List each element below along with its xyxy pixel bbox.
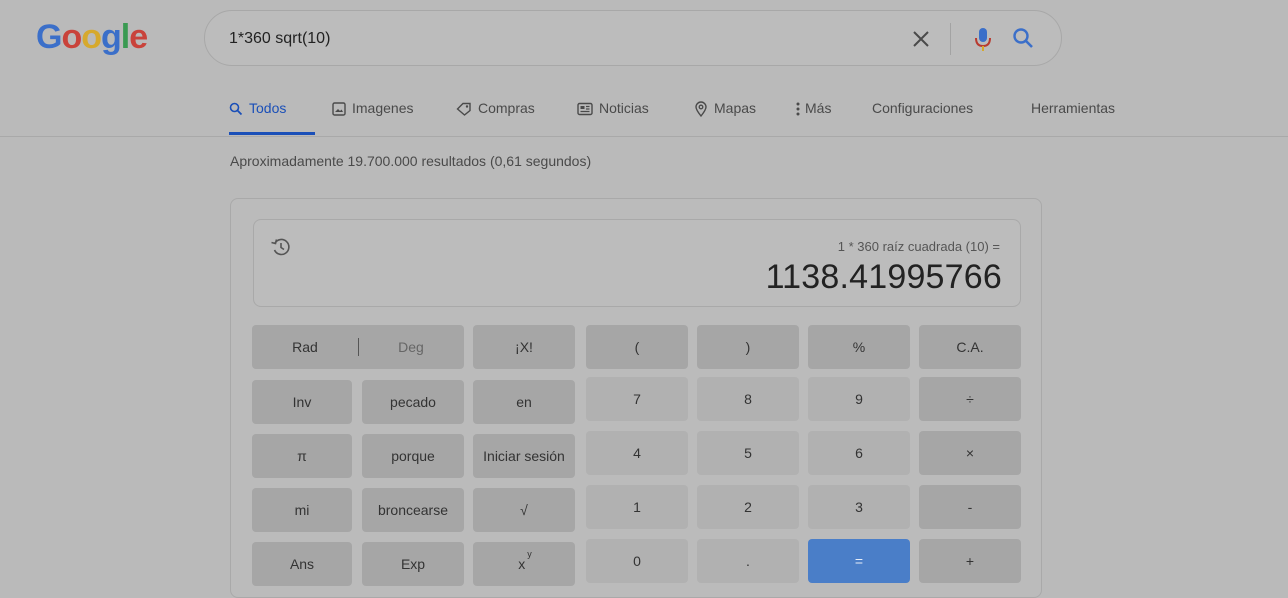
digit-0-key[interactable]: 0 — [586, 539, 688, 583]
tools-label: Herramientas — [1031, 100, 1116, 116]
tab-label: Mapas — [714, 100, 757, 116]
logo-letter: e — [129, 18, 148, 56]
logo-letter: g — [101, 18, 122, 56]
tab-mapas[interactable]: Mapas — [694, 94, 756, 134]
equals-key[interactable]: = — [808, 539, 910, 583]
map-pin-icon — [695, 101, 707, 117]
log-key[interactable]: Iniciar sesión — [473, 434, 575, 478]
tan-key[interactable]: broncearse — [362, 488, 464, 532]
settings-link[interactable]: Configuraciones — [872, 94, 973, 134]
open-paren-key[interactable]: ( — [586, 325, 688, 369]
settings-label: Configuraciones — [872, 100, 974, 116]
clear-button[interactable] — [907, 25, 935, 53]
cos-key[interactable]: porque — [362, 434, 464, 478]
angle-mode-toggle: Rad Deg — [252, 325, 464, 369]
history-icon — [271, 238, 290, 256]
digit-4-key[interactable]: 4 — [586, 431, 688, 475]
digit-9-key[interactable]: 9 — [808, 377, 910, 421]
tab-label: Más — [805, 100, 832, 116]
search-nav: Todos Imagenes Compras Noticias Mapas Má… — [0, 94, 1288, 137]
calculator-result: 1138.41995766 — [765, 258, 1002, 296]
tools-link[interactable]: Herramientas — [1031, 94, 1115, 134]
image-icon — [332, 102, 346, 116]
search-icon — [1013, 28, 1033, 48]
tab-mas[interactable]: Más — [796, 94, 831, 134]
sin-key[interactable]: pecado — [362, 380, 464, 424]
result-stats: Aproximadamente 19.700.000 resultados (0… — [230, 153, 592, 169]
logo-letter: o — [61, 18, 82, 56]
factorial-key[interactable]: ¡X! — [473, 325, 575, 369]
tab-noticias[interactable]: Noticias — [577, 94, 649, 134]
tab-label: Todos — [249, 100, 287, 116]
e-key[interactable]: mi — [252, 488, 352, 532]
search-input[interactable] — [229, 25, 889, 53]
tab-imagenes[interactable]: Imagenes — [332, 94, 413, 134]
logo-letter: G — [36, 18, 62, 56]
digit-7-key[interactable]: 7 — [586, 377, 688, 421]
decimal-key[interactable]: . — [697, 539, 799, 583]
tag-icon — [456, 102, 471, 116]
digit-1-key[interactable]: 1 — [586, 485, 688, 529]
close-paren-key[interactable]: ) — [697, 325, 799, 369]
logo-letter: l — [120, 18, 131, 56]
news-icon — [577, 102, 593, 116]
calculator-display: 1 * 360 raíz cuadrada (10) = 1138.419957… — [253, 219, 1021, 307]
tab-label: Noticias — [599, 100, 649, 116]
deg-button[interactable]: Deg — [358, 325, 464, 369]
tab-todos[interactable]: Todos — [229, 94, 315, 135]
exp-key[interactable]: Exp — [362, 542, 464, 586]
search-divider — [950, 23, 951, 55]
tab-compras[interactable]: Compras — [456, 94, 535, 134]
plus-key[interactable]: + — [919, 539, 1021, 583]
history-button[interactable] — [268, 234, 294, 260]
ans-key[interactable]: Ans — [252, 542, 352, 586]
tab-label: Imagenes — [352, 100, 414, 116]
search-box — [204, 10, 1062, 66]
search-icon — [229, 102, 243, 116]
inv-key[interactable]: Inv — [252, 380, 352, 424]
power-key[interactable]: xy — [473, 542, 575, 586]
google-logo[interactable]: G o o g l e — [36, 18, 148, 57]
pi-key[interactable]: π — [252, 434, 352, 478]
minus-key[interactable]: - — [919, 485, 1021, 529]
logo-letter: o — [81, 18, 102, 56]
multiply-key[interactable]: × — [919, 431, 1021, 475]
digit-8-key[interactable]: 8 — [697, 377, 799, 421]
close-icon — [913, 31, 929, 47]
digit-2-key[interactable]: 2 — [697, 485, 799, 529]
more-icon — [796, 102, 800, 116]
voice-search-button[interactable] — [969, 23, 997, 55]
ln-key[interactable]: en — [473, 380, 575, 424]
digit-6-key[interactable]: 6 — [808, 431, 910, 475]
divide-key[interactable]: ÷ — [919, 377, 1021, 421]
power-base: x — [518, 556, 526, 572]
sqrt-key[interactable]: √ — [473, 488, 575, 532]
tab-label: Compras — [478, 100, 535, 116]
microphone-icon — [975, 28, 991, 51]
power-exponent: y — [527, 549, 532, 559]
calculator-widget: 1 * 360 raíz cuadrada (10) = 1138.419957… — [230, 198, 1042, 598]
percent-key[interactable]: % — [808, 325, 910, 369]
digit-5-key[interactable]: 5 — [697, 431, 799, 475]
calculator-expression: 1 * 360 raíz cuadrada (10) = — [837, 239, 1000, 254]
clear-all-key[interactable]: C.A. — [919, 325, 1021, 369]
digit-3-key[interactable]: 3 — [808, 485, 910, 529]
search-button[interactable] — [1009, 24, 1039, 54]
rad-button[interactable]: Rad — [252, 325, 358, 369]
